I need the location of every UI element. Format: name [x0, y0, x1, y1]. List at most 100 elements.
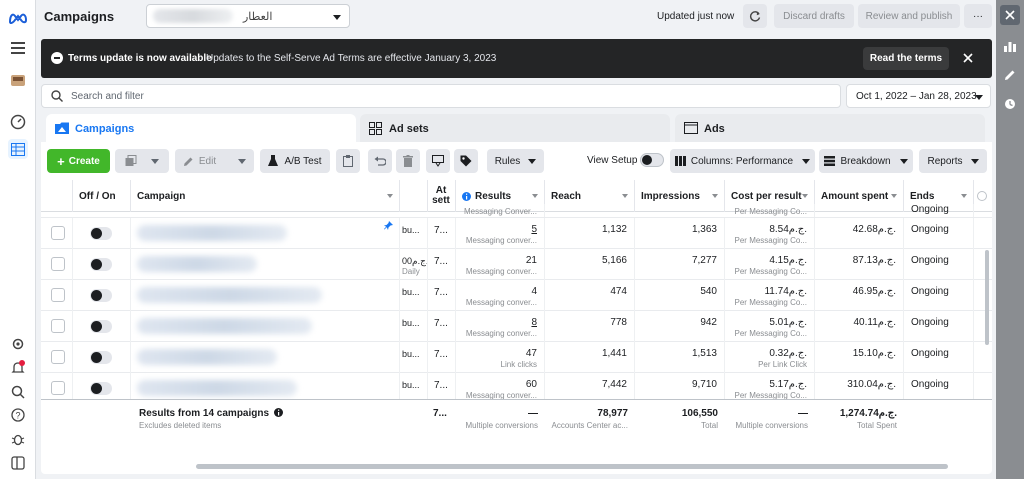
ads-manager-table-icon[interactable]	[8, 139, 28, 159]
campaign-name-redacted[interactable]	[137, 380, 297, 396]
results-value: 21	[525, 255, 537, 266]
campaign-on-off-toggle[interactable]	[90, 351, 112, 364]
campaign-name-redacted[interactable]	[137, 287, 322, 303]
date-range-label: Oct 1, 2022 – Jan 28, 2023	[856, 91, 977, 102]
column-label: Impressions	[641, 190, 700, 202]
campaign-name-redacted[interactable]	[137, 225, 287, 241]
history-clock-icon[interactable]	[1000, 94, 1020, 114]
campaign-name-redacted[interactable]	[137, 318, 312, 334]
undo-button[interactable]	[368, 149, 392, 173]
close-panel-icon[interactable]	[1000, 5, 1020, 25]
impressions-value: 1,363	[691, 224, 717, 235]
meta-logo-icon[interactable]	[8, 8, 28, 28]
search-input[interactable]	[71, 88, 831, 104]
horizontal-scrollbar[interactable]	[196, 464, 948, 469]
tab-ads[interactable]: Ads	[675, 114, 985, 142]
view-setup-label: View Setup	[587, 155, 638, 166]
info-icon[interactable]	[273, 408, 283, 417]
tab-campaigns[interactable]: Campaigns	[46, 114, 356, 142]
columns-button[interactable]: Columns: Performance	[670, 149, 815, 173]
delete-button[interactable]	[396, 149, 420, 173]
edit-pencil-icon[interactable]	[1000, 65, 1020, 85]
menu-icon[interactable]	[8, 38, 28, 58]
plus-circle-icon	[977, 191, 987, 201]
review-publish-button[interactable]: Review and publish	[858, 4, 960, 28]
row-checkbox[interactable]	[51, 226, 65, 240]
table-row[interactable]: bu... 7... 8 Messaging conver... 778 942 …	[41, 311, 992, 342]
results-summary-title: Results from 14 campaigns	[139, 408, 283, 419]
row-checkbox[interactable]	[51, 288, 65, 302]
row-checkbox[interactable]	[51, 257, 65, 271]
campaign-on-off-toggle[interactable]	[90, 320, 112, 333]
column-label: Ends	[910, 190, 935, 202]
collapse-panel-icon[interactable]	[8, 453, 28, 473]
edit-label: Edit	[198, 155, 217, 167]
search-filter-bar[interactable]	[41, 84, 841, 108]
campaign-name-redacted[interactable]	[137, 349, 277, 365]
search-icon	[51, 90, 63, 102]
create-label: Create	[68, 155, 100, 167]
table-row[interactable]: bu... 7... 47 Link clicks 1,441 1,513 0.3…	[41, 342, 992, 373]
campaign-on-off-toggle[interactable]	[90, 227, 112, 240]
table-row[interactable]: bu... 7... 4 Messaging conver... 474 540 …	[41, 280, 992, 311]
ab-test-button[interactable]: A/B Test	[260, 149, 330, 173]
campaign-on-off-toggle[interactable]	[90, 258, 112, 271]
sort-caret-icon	[891, 194, 897, 198]
bug-report-icon[interactable]	[8, 429, 28, 449]
ab-test-label: A/B Test	[284, 155, 322, 167]
account-name: العطار	[243, 11, 273, 23]
preview-button[interactable]	[426, 149, 450, 173]
table-row[interactable]: bu... 7... 5 Messaging conver... 1,132 1,…	[41, 218, 992, 249]
row-checkbox[interactable]	[51, 350, 65, 364]
terms-update-banner: Terms update is now available Updates to…	[41, 39, 992, 78]
settings-gear-icon[interactable]	[8, 334, 28, 354]
campaign-on-off-toggle[interactable]	[90, 382, 112, 395]
reports-label: Reports	[927, 155, 963, 167]
chevron-down-icon	[238, 156, 247, 167]
create-button[interactable]: + Create	[47, 149, 110, 173]
edit-button[interactable]: Edit	[175, 149, 254, 173]
tag-button[interactable]	[454, 149, 478, 173]
campaign-name-redacted[interactable]	[137, 256, 257, 272]
cost-per-result-type: Per Messaging Co...	[734, 298, 807, 307]
total-cost-per-result: —	[798, 408, 808, 419]
rules-button[interactable]: Rules	[487, 149, 544, 173]
row-checkbox[interactable]	[51, 381, 65, 395]
pin-icon[interactable]	[384, 221, 393, 230]
tag-icon	[460, 155, 472, 167]
results-subtext: Messaging Conver...	[464, 207, 537, 216]
breakdown-button[interactable]: Breakdown	[819, 149, 913, 173]
bid-strategy: bu...	[402, 380, 420, 390]
reports-button[interactable]: Reports	[919, 149, 987, 173]
impressions-value: 540	[700, 286, 717, 297]
notifications-bell-icon[interactable]	[8, 358, 28, 378]
close-icon[interactable]	[961, 51, 975, 65]
bid-strategy: bu...	[402, 349, 420, 359]
search-rail-icon[interactable]	[8, 382, 28, 402]
date-range-picker[interactable]: Oct 1, 2022 – Jan 28, 2023	[846, 84, 991, 108]
duplicate-button[interactable]	[115, 149, 169, 173]
bid-strategy: bu...	[402, 287, 420, 297]
campaign-on-off-toggle[interactable]	[90, 289, 112, 302]
account-avatar[interactable]	[8, 70, 28, 90]
read-terms-button[interactable]: Read the terms	[863, 47, 949, 70]
trash-icon	[403, 155, 413, 167]
help-icon[interactable]: ?	[8, 405, 28, 425]
dashboard-gauge-icon[interactable]	[8, 112, 28, 132]
discard-drafts-button[interactable]: Discard drafts	[774, 4, 854, 28]
reach-value: 1,441	[601, 348, 627, 359]
total-results: —	[528, 408, 538, 419]
vertical-scrollbar[interactable]	[985, 250, 989, 345]
table-row[interactable]: 00ج.م.Daily 7... 21Messaging conver... 5…	[41, 249, 992, 280]
account-name-redacted	[153, 9, 233, 23]
clipboard-button[interactable]	[336, 149, 360, 173]
bar-chart-icon[interactable]	[1000, 36, 1020, 56]
tab-label: Campaigns	[75, 123, 135, 135]
account-selector[interactable]: العطار	[146, 4, 350, 28]
row-checkbox[interactable]	[51, 319, 65, 333]
reach-value: 5,166	[601, 255, 627, 266]
more-options-button[interactable]: ···	[964, 4, 992, 28]
tab-ad-sets[interactable]: Ad sets	[360, 114, 670, 142]
refresh-button[interactable]	[743, 4, 767, 28]
view-setup-toggle[interactable]	[640, 153, 664, 167]
